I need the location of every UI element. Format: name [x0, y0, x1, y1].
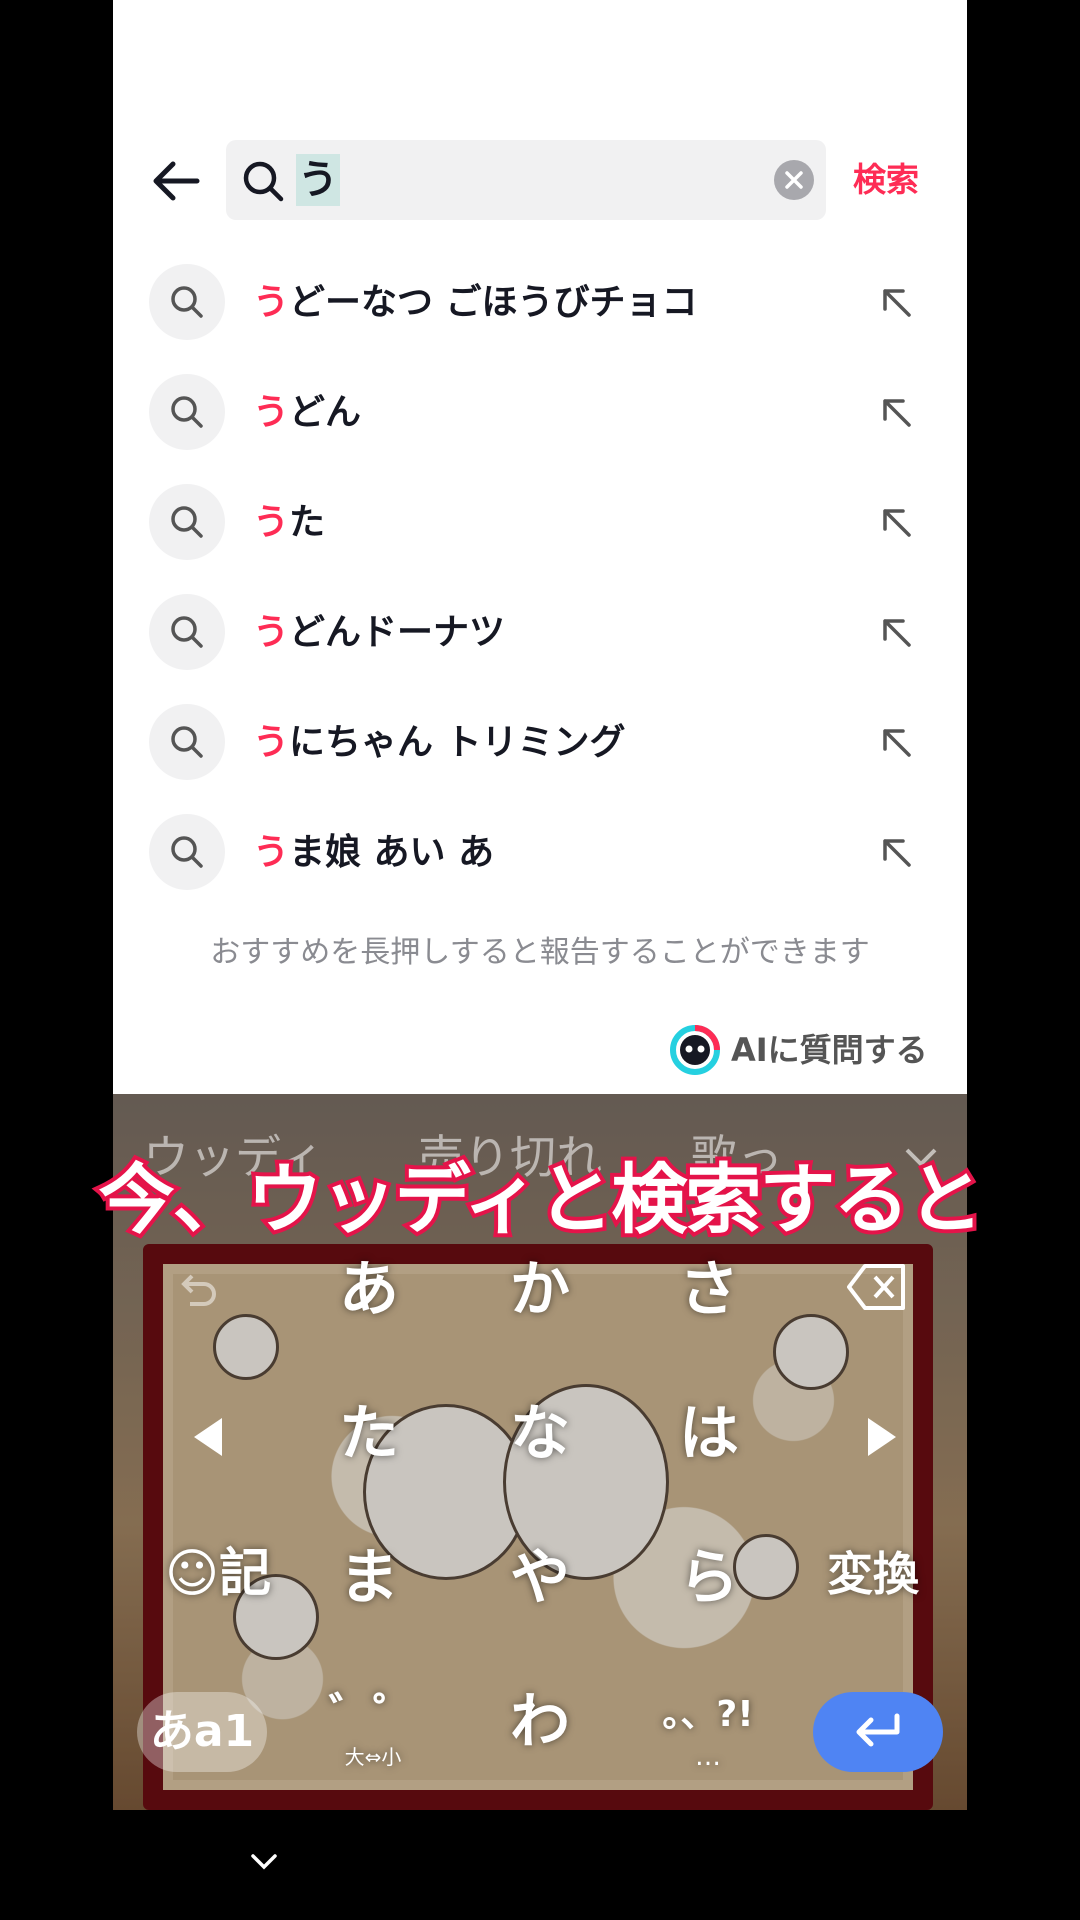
search-icon — [149, 704, 225, 780]
search-icon — [149, 374, 225, 450]
fill-query-arrow-icon[interactable] — [873, 279, 919, 325]
suggestion-item[interactable]: うにちゃん トリミング — [113, 687, 967, 797]
search-icon — [149, 594, 225, 670]
key-ha[interactable]: は — [649, 1384, 769, 1484]
clear-search-button[interactable] — [774, 160, 814, 200]
ai-assistant-icon — [669, 1024, 721, 1076]
fill-query-arrow-icon[interactable] — [873, 499, 919, 545]
enter-key[interactable] — [813, 1692, 943, 1772]
search-icon — [149, 484, 225, 560]
cursor-left-icon[interactable] — [183, 1414, 233, 1464]
suggestion-item[interactable]: うた — [113, 467, 967, 577]
hide-keyboard-chevron-icon[interactable] — [249, 1852, 279, 1876]
search-icon — [149, 814, 225, 890]
key-ra[interactable]: ら — [649, 1528, 769, 1628]
key-wa[interactable]: わ — [480, 1672, 600, 1772]
suggestion-text: うどーなつ ごほうびチョコ — [253, 282, 698, 323]
search-icon — [149, 264, 225, 340]
key-ya[interactable]: や — [480, 1528, 600, 1628]
suggestion-text: うどんドーナツ — [253, 612, 506, 653]
search-query-text: う — [296, 154, 340, 206]
suggestion-item[interactable]: うどんドーナツ — [113, 577, 967, 687]
search-submit-button[interactable]: 検索 — [853, 155, 919, 205]
suggestion-item[interactable]: うどん — [113, 357, 967, 467]
key-na[interactable]: な — [480, 1384, 600, 1484]
fill-query-arrow-icon[interactable] — [873, 609, 919, 655]
convert-key[interactable]: 変換 — [813, 1534, 933, 1614]
suggestion-text: うにちゃん トリミング — [253, 722, 626, 763]
cursor-right-icon[interactable] — [857, 1414, 907, 1464]
backspace-icon[interactable] — [845, 1262, 909, 1312]
fill-query-arrow-icon[interactable] — [873, 719, 919, 765]
suggestion-text: うた — [253, 502, 326, 543]
ask-ai-label: AIに質問する — [731, 1031, 928, 1069]
key-a[interactable]: あ — [309, 1240, 429, 1340]
suggestion-item[interactable]: うま娘 あい あ — [113, 797, 967, 907]
punctuation-key[interactable]: 。、?! … — [648, 1686, 768, 1782]
search-screen: う 検索 うどーなつ ごほうびチョコ うどん うた うどんドーナツ うにちゃん … — [113, 0, 967, 1094]
report-hint-text: おすすめを長押しすると報告することができます — [210, 935, 870, 970]
suggestion-text: うま娘 あい あ — [253, 832, 495, 873]
return-arrow-icon — [856, 1713, 900, 1747]
search-icon — [240, 158, 286, 204]
key-ta[interactable]: た — [309, 1384, 429, 1484]
phone-screen: う 検索 うどーなつ ごほうびチョコ うどん うた うどんドーナツ うにちゃん … — [113, 0, 967, 1920]
fill-query-arrow-icon[interactable] — [873, 389, 919, 435]
back-arrow-icon[interactable] — [147, 152, 205, 210]
fill-query-arrow-icon[interactable] — [873, 829, 919, 875]
search-input[interactable]: う — [226, 140, 826, 220]
suggestion-item[interactable]: うどーなつ ごほうびチョコ — [113, 247, 967, 357]
input-mode-key[interactable]: あa1 — [137, 1692, 267, 1772]
key-ka[interactable]: か — [480, 1240, 600, 1340]
key-ma[interactable]: ま — [309, 1528, 429, 1628]
undo-icon[interactable] — [157, 1254, 237, 1334]
dakuten-key[interactable]: ゛゜ 大⇔小 — [323, 1686, 423, 1782]
suggestion-text: うどん — [253, 392, 362, 433]
key-sa[interactable]: さ — [649, 1240, 769, 1340]
emoji-symbol-key[interactable]: ☺記 — [143, 1534, 293, 1614]
video-caption: 今、ウッディと検索すると — [95, 1151, 988, 1248]
